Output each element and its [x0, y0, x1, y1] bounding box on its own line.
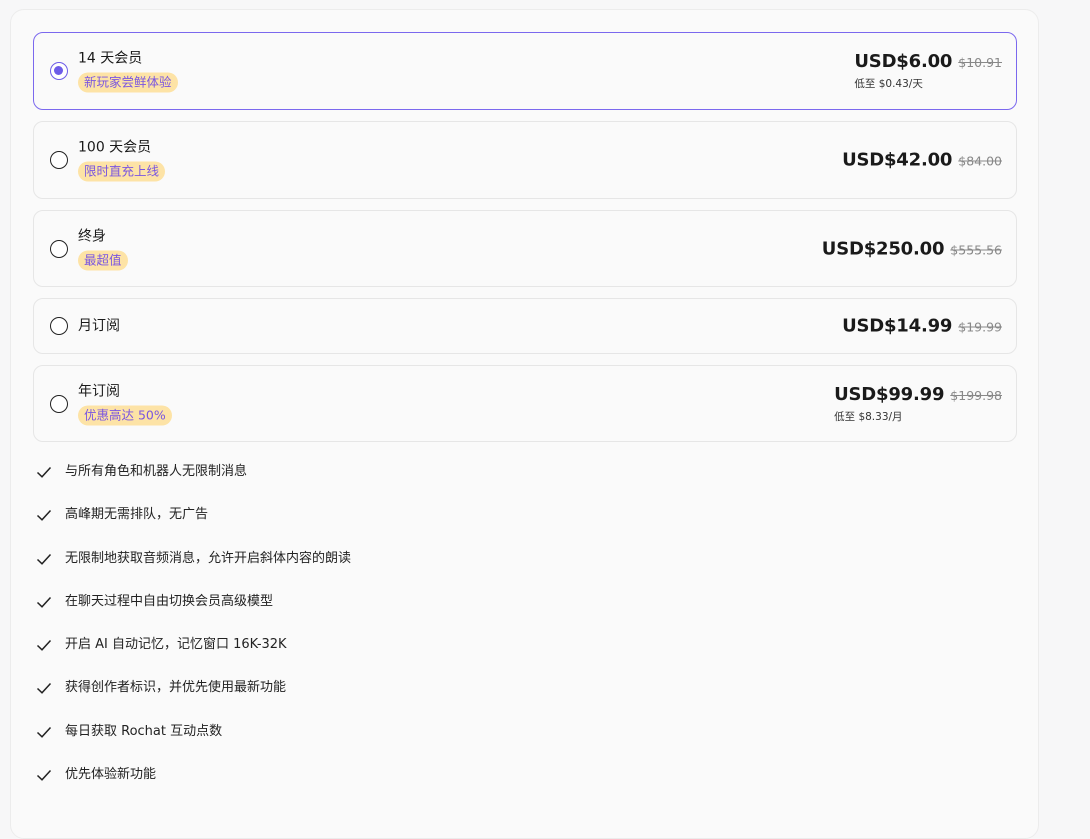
- plan-original-price: $19.99: [958, 319, 1002, 335]
- check-icon: [36, 683, 52, 695]
- plan-name: 100 天会员: [78, 139, 152, 156]
- plan-original-price: $10.91: [958, 55, 1002, 70]
- plan-name: 月订阅: [78, 318, 120, 334]
- feature-text: 优先体验新功能: [65, 767, 157, 783]
- plan-badge: 优惠高达 50%: [78, 405, 172, 425]
- feature-text: 获得创作者标识，并优先使用最新功能: [65, 680, 287, 696]
- plan-list: 14 天会员 新玩家尝鲜体验 USD$6.00 $10.91 低至 $0.43/天…: [33, 32, 1017, 453]
- plan-price: USD$14.99: [842, 315, 953, 337]
- plan-price: USD$42.00: [842, 149, 953, 171]
- plan-name: 年订阅: [78, 383, 120, 399]
- feature-item: 每日获取 Rochat 互动点数: [35, 718, 935, 761]
- plan-option-100-days[interactable]: 100 天会员 限时直充上线 USD$42.00 $84.00: [33, 121, 1017, 199]
- feature-item: 无限制地获取音频消息，允许开启斜体内容的朗读: [35, 545, 935, 588]
- feature-item: 与所有角色和机器人无限制消息: [35, 458, 935, 501]
- plan-price: USD$99.99: [834, 383, 945, 405]
- feature-text: 开启 AI 自动记忆，记忆窗口 16K-32K: [65, 637, 287, 653]
- check-icon: [36, 640, 52, 652]
- radio-icon[interactable]: [50, 239, 68, 258]
- plan-badge: 最超值: [78, 250, 128, 270]
- check-icon: [36, 553, 52, 565]
- feature-item: 高峰期无需排队，无广告: [35, 501, 935, 544]
- feature-text: 与所有角色和机器人无限制消息: [65, 464, 248, 479]
- check-icon: [36, 726, 52, 738]
- plan-price: USD$6.00: [854, 51, 953, 72]
- plan-badge: 新玩家尝鲜体验: [78, 72, 178, 93]
- feature-text: 无限制地获取音频消息，允许开启斜体内容的朗读: [65, 550, 352, 566]
- plan-name: 14 天会员: [78, 50, 143, 67]
- check-icon: [36, 596, 52, 608]
- plan-original-price: $84.00: [958, 153, 1002, 169]
- feature-text: 高峰期无需排队，无广告: [65, 507, 209, 523]
- feature-list: 与所有角色和机器人无限制消息 高峰期无需排队，无广告 无限制地获取音频消息，允许…: [35, 458, 935, 804]
- feature-text: 每日获取 Rochat 互动点数: [65, 723, 223, 739]
- plan-option-14-days[interactable]: 14 天会员 新玩家尝鲜体验 USD$6.00 $10.91 低至 $0.43/天: [33, 32, 1017, 110]
- check-icon: [36, 466, 52, 478]
- radio-icon[interactable]: [50, 151, 68, 169]
- radio-icon[interactable]: [50, 317, 68, 335]
- feature-item: 获得创作者标识，并优先使用最新功能: [35, 674, 935, 717]
- check-icon: [36, 770, 52, 781]
- plan-option-lifetime[interactable]: 终身 最超值 USD$250.00 $555.56: [33, 210, 1017, 287]
- feature-item: 在聊天过程中自由切换会员高级模型: [35, 588, 935, 631]
- plan-per-unit-price: 低至 $0.43/天: [854, 78, 923, 90]
- plan-price: USD$250.00: [821, 238, 945, 259]
- feature-item: 开启 AI 自动记忆，记忆窗口 16K-32K: [35, 631, 935, 674]
- plan-per-unit-price: 低至 $8.33/月: [834, 410, 903, 423]
- plan-name: 终身: [78, 228, 106, 244]
- plan-option-yearly[interactable]: 年订阅 优惠高达 50% USD$99.99 $199.98 低至 $8.33/月: [33, 365, 1017, 442]
- feature-text: 在聊天过程中自由切换会员高级模型: [65, 593, 274, 609]
- radio-icon[interactable]: [50, 62, 68, 80]
- plan-original-price: $199.98: [950, 387, 1002, 403]
- plan-option-monthly[interactable]: 月订阅 USD$14.99 $19.99: [33, 298, 1017, 354]
- plan-badge: 限时直充上线: [78, 161, 166, 182]
- radio-icon[interactable]: [50, 394, 68, 413]
- check-icon: [36, 510, 52, 522]
- plan-original-price: $555.56: [950, 242, 1002, 257]
